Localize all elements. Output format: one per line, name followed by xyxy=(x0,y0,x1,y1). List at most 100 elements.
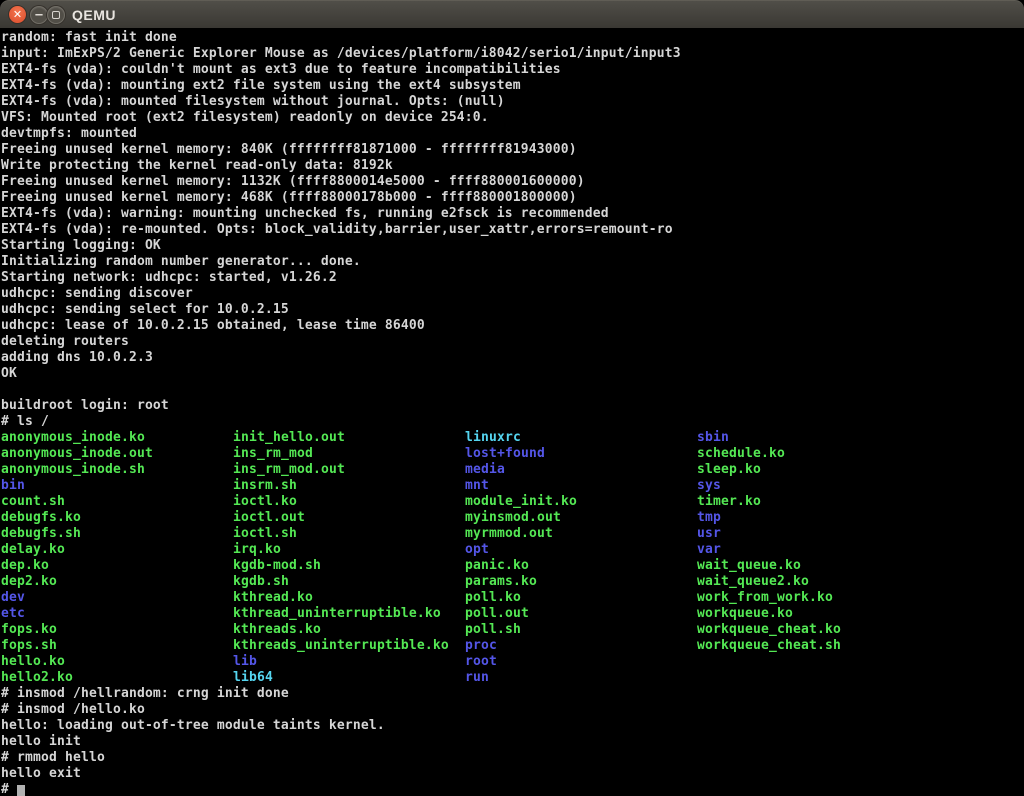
terminal-line: EXT4-fs (vda): warning: mounting uncheck… xyxy=(1,206,1024,222)
close-button[interactable]: ✕ xyxy=(8,5,27,24)
file-entry: dep.ko xyxy=(1,558,233,574)
terminal-line: Write protecting the kernel read-only da… xyxy=(1,158,1024,174)
terminal-line: OK xyxy=(1,366,1024,382)
terminal-line: Freeing unused kernel memory: 1132K (fff… xyxy=(1,174,1024,190)
file-entry: usr xyxy=(697,526,929,542)
file-entry: root xyxy=(465,654,697,670)
file-entry: sbin xyxy=(697,430,929,446)
file-entry: fops.ko xyxy=(1,622,233,638)
ls-row: fops.kokthreads.kopoll.shworkqueue_cheat… xyxy=(1,622,1024,638)
terminal-line: Freeing unused kernel memory: 840K (ffff… xyxy=(1,142,1024,158)
ls-row: debugfs.koioctl.outmyinsmod.outtmp xyxy=(1,510,1024,526)
titlebar: ✕ — QEMU xyxy=(0,0,1024,28)
file-entry: wait_queue.ko xyxy=(697,558,929,574)
file-entry: init_hello.out xyxy=(233,430,465,446)
file-entry: myinsmod.out xyxy=(465,510,697,526)
file-entry: panic.ko xyxy=(465,558,697,574)
ls-row: count.shioctl.komodule_init.kotimer.ko xyxy=(1,494,1024,510)
terminal-line: # rmmod hello xyxy=(1,750,1024,766)
file-entry: workqueue_cheat.ko xyxy=(697,622,929,638)
terminal-line: EXT4-fs (vda): re-mounted. Opts: block_v… xyxy=(1,222,1024,238)
ls-row: hello2.kolib64run xyxy=(1,670,1024,686)
file-entry: media xyxy=(465,462,697,478)
file-entry: work_from_work.ko xyxy=(697,590,929,606)
ls-row: anonymous_inode.koinit_hello.outlinuxrcs… xyxy=(1,430,1024,446)
terminal-line: udhcpc: sending select for 10.0.2.15 xyxy=(1,302,1024,318)
file-entry: irq.ko xyxy=(233,542,465,558)
terminal-line: adding dns 10.0.2.3 xyxy=(1,350,1024,366)
terminal-line: random: fast init done xyxy=(1,30,1024,46)
file-entry: anonymous_inode.out xyxy=(1,446,233,462)
file-entry: lost+found xyxy=(465,446,697,462)
file-entry: linuxrc xyxy=(465,430,697,446)
file-entry: schedule.ko xyxy=(697,446,929,462)
file-entry: debugfs.sh xyxy=(1,526,233,542)
ls-row: dep.kokgdb-mod.shpanic.kowait_queue.ko xyxy=(1,558,1024,574)
terminal-line: hello: loading out-of-tree module taints… xyxy=(1,718,1024,734)
file-entry: timer.ko xyxy=(697,494,929,510)
file-entry: ioctl.out xyxy=(233,510,465,526)
file-entry: lib64 xyxy=(233,670,465,686)
terminal-line: Starting network: udhcpc: started, v1.26… xyxy=(1,270,1024,286)
file-entry: anonymous_inode.ko xyxy=(1,430,233,446)
terminal-line: # insmod /hello.ko xyxy=(1,702,1024,718)
file-entry: insrm.sh xyxy=(233,478,465,494)
qemu-window: ✕ — QEMU random: fast init doneinput: Im… xyxy=(0,0,1024,796)
file-entry: ins_rm_mod xyxy=(233,446,465,462)
terminal-line: EXT4-fs (vda): couldn't mount as ext3 du… xyxy=(1,62,1024,78)
file-entry: poll.out xyxy=(465,606,697,622)
file-entry: dep2.ko xyxy=(1,574,233,590)
file-entry: hello.ko xyxy=(1,654,233,670)
file-entry: anonymous_inode.sh xyxy=(1,462,233,478)
file-entry: lib xyxy=(233,654,465,670)
window-title: QEMU xyxy=(72,1,116,29)
file-entry: workqueue_cheat.sh xyxy=(697,638,929,654)
file-entry: poll.sh xyxy=(465,622,697,638)
file-entry: workqueue.ko xyxy=(697,606,929,622)
file-entry: dev xyxy=(1,590,233,606)
terminal-screen[interactable]: random: fast init doneinput: ImExPS/2 Ge… xyxy=(0,28,1024,796)
ls-row: delay.koirq.kooptvar xyxy=(1,542,1024,558)
terminal-line: Freeing unused kernel memory: 468K (ffff… xyxy=(1,190,1024,206)
file-entry: kthread.ko xyxy=(233,590,465,606)
terminal-line: udhcpc: lease of 10.0.2.15 obtained, lea… xyxy=(1,318,1024,334)
file-entry: opt xyxy=(465,542,697,558)
cursor xyxy=(17,785,25,796)
file-entry: debugfs.ko xyxy=(1,510,233,526)
maximize-button[interactable] xyxy=(47,6,65,24)
ls-row: devkthread.kopoll.kowork_from_work.ko xyxy=(1,590,1024,606)
ls-row: debugfs.shioctl.shmyrmmod.outusr xyxy=(1,526,1024,542)
file-entry: fops.sh xyxy=(1,638,233,654)
ls-row: hello.kolibroot xyxy=(1,654,1024,670)
prompt-line: # xyxy=(1,782,1024,796)
file-entry: bin xyxy=(1,478,233,494)
minimize-button[interactable]: — xyxy=(30,6,48,24)
terminal-line: # ls / xyxy=(1,414,1024,430)
file-entry: kthreads_uninterruptible.ko xyxy=(233,638,465,654)
terminal-line: Starting logging: OK xyxy=(1,238,1024,254)
file-entry: kthread_uninterruptible.ko xyxy=(233,606,465,622)
ls-row: etckthread_uninterruptible.kopoll.outwor… xyxy=(1,606,1024,622)
ls-row: dep2.kokgdb.shparams.kowait_queue2.ko xyxy=(1,574,1024,590)
ls-row: fops.shkthreads_uninterruptible.koprocwo… xyxy=(1,638,1024,654)
file-entry: kgdb.sh xyxy=(233,574,465,590)
minimize-icon: — xyxy=(35,8,42,20)
terminal-line: Initializing random number generator... … xyxy=(1,254,1024,270)
file-entry: params.ko xyxy=(465,574,697,590)
file-entry: wait_queue2.ko xyxy=(697,574,929,590)
terminal-line: devtmpfs: mounted xyxy=(1,126,1024,142)
file-entry: ins_rm_mod.out xyxy=(233,462,465,478)
file-entry: hello2.ko xyxy=(1,670,233,686)
file-entry: proc xyxy=(465,638,697,654)
file-entry: ioctl.sh xyxy=(233,526,465,542)
file-entry: ioctl.ko xyxy=(233,494,465,510)
terminal-line xyxy=(1,382,1024,398)
shell-prompt: # xyxy=(1,782,17,796)
file-entry: etc xyxy=(1,606,233,622)
file-entry: kgdb-mod.sh xyxy=(233,558,465,574)
file-entry: var xyxy=(697,542,929,558)
file-entry: sys xyxy=(697,478,929,494)
file-entry: run xyxy=(465,670,697,686)
file-entry: module_init.ko xyxy=(465,494,697,510)
file-entry: tmp xyxy=(697,510,929,526)
